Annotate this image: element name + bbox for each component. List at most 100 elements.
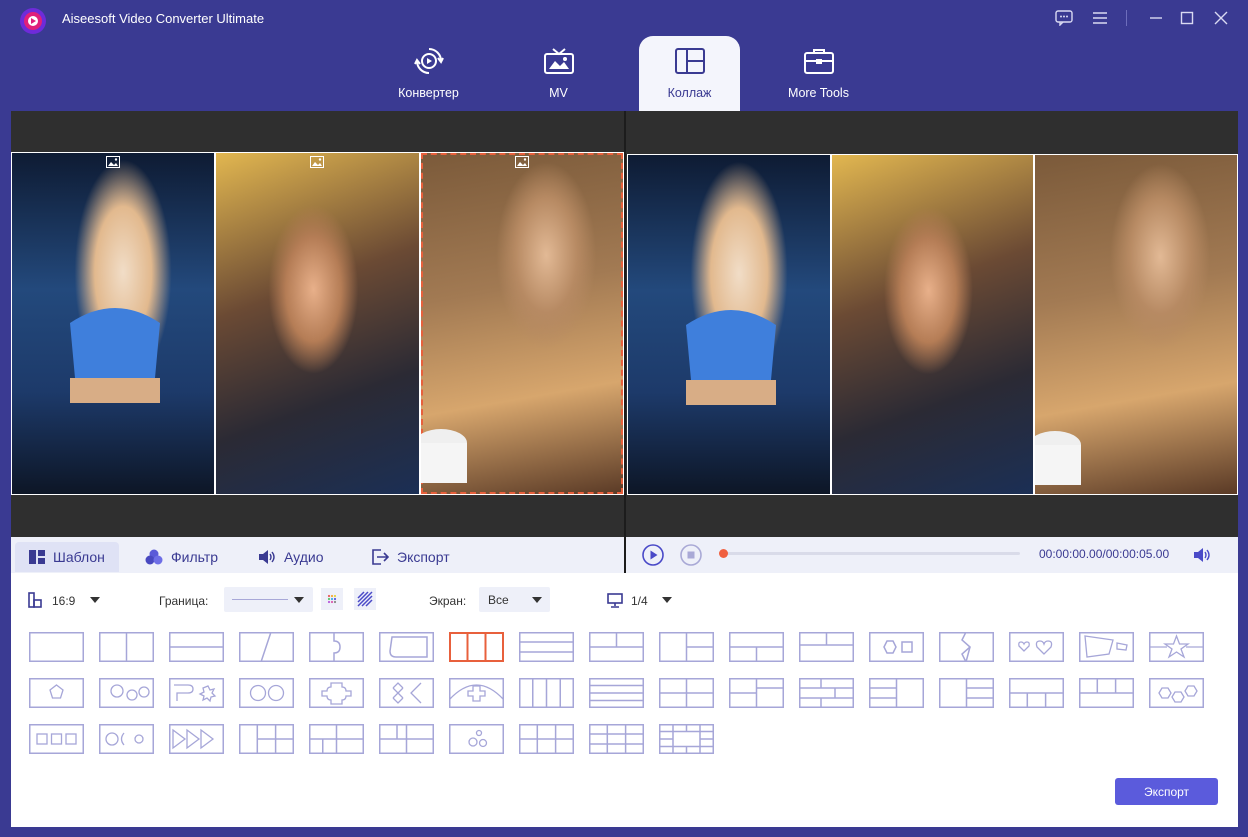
- collage-cell-3-selected[interactable]: [420, 153, 623, 494]
- template-2[interactable]: [99, 632, 154, 662]
- template-24[interactable]: [449, 678, 504, 708]
- template-10[interactable]: [659, 632, 714, 662]
- template-22[interactable]: [309, 678, 364, 708]
- collage-subtabs: Шаблон Фильтр Аудио Экспорт: [11, 537, 624, 573]
- template-1[interactable]: [29, 632, 84, 662]
- template-34[interactable]: [1149, 678, 1204, 708]
- speaker-icon: [259, 550, 275, 564]
- monitor-value[interactable]: 1/4: [631, 594, 648, 608]
- template-11[interactable]: [729, 632, 784, 662]
- template-19[interactable]: [99, 678, 154, 708]
- template-25[interactable]: [519, 678, 574, 708]
- subtab-template-label: Шаблон: [53, 549, 105, 565]
- template-33[interactable]: [1079, 678, 1134, 708]
- tab-mv[interactable]: MV: [508, 36, 609, 111]
- template-29[interactable]: [799, 678, 854, 708]
- template-36[interactable]: [99, 724, 154, 754]
- maximize-icon[interactable]: [1177, 8, 1197, 28]
- preview-cell-1: [628, 155, 830, 494]
- template-4[interactable]: [239, 632, 294, 662]
- template-27[interactable]: [659, 678, 714, 708]
- template-15[interactable]: [1009, 632, 1064, 662]
- close-icon[interactable]: [1211, 8, 1231, 28]
- template-18[interactable]: [29, 678, 84, 708]
- template-40[interactable]: [379, 724, 434, 754]
- border-label: Граница:: [159, 594, 209, 608]
- template-21[interactable]: [239, 678, 294, 708]
- menu-icon[interactable]: [1090, 8, 1110, 28]
- template-39[interactable]: [309, 724, 364, 754]
- template-20[interactable]: [169, 678, 224, 708]
- subtab-export[interactable]: Экспорт: [357, 542, 464, 572]
- aspect-ratio-value[interactable]: 16:9: [52, 594, 75, 608]
- minimize-icon[interactable]: [1146, 8, 1166, 28]
- template-43[interactable]: [589, 724, 644, 754]
- template-16[interactable]: [1079, 632, 1134, 662]
- template-5[interactable]: [309, 632, 364, 662]
- tab-collage[interactable]: Коллаж: [639, 36, 740, 111]
- play-icon[interactable]: [641, 543, 665, 567]
- template-12[interactable]: [799, 632, 854, 662]
- image-placeholder-icon[interactable]: [514, 156, 529, 168]
- template-7-selected[interactable]: [449, 632, 504, 662]
- template-13[interactable]: [869, 632, 924, 662]
- collage-cell-1[interactable]: [12, 153, 215, 494]
- template-26[interactable]: [589, 678, 644, 708]
- subtab-audio[interactable]: Аудио: [244, 542, 338, 572]
- export-icon: [372, 549, 389, 565]
- subtab-template[interactable]: Шаблон: [15, 542, 119, 572]
- template-23[interactable]: [379, 678, 434, 708]
- progress-thumb[interactable]: [719, 549, 728, 558]
- stop-icon[interactable]: [679, 543, 703, 567]
- screen-dropdown[interactable]: Все: [479, 587, 550, 612]
- hatch-pattern-icon: [357, 591, 373, 607]
- template-30[interactable]: [869, 678, 924, 708]
- border-color-picker[interactable]: [321, 588, 343, 610]
- template-32[interactable]: [1009, 678, 1064, 708]
- tab-converter-label: Конвертер: [398, 86, 459, 100]
- tab-collage-label: Коллаж: [667, 86, 712, 100]
- template-41[interactable]: [449, 724, 504, 754]
- template-17[interactable]: [1149, 632, 1204, 662]
- screen-label: Экран:: [429, 594, 467, 608]
- template-42[interactable]: [519, 724, 574, 754]
- template-6[interactable]: [379, 632, 434, 662]
- template-35[interactable]: [29, 724, 84, 754]
- template-3[interactable]: [169, 632, 224, 662]
- screen-value: Все: [488, 593, 509, 607]
- border-pattern-button[interactable]: [354, 588, 376, 610]
- title-bar: Aiseesoft Video Converter Ultimate: [0, 0, 1248, 36]
- feedback-icon[interactable]: [1054, 8, 1074, 28]
- collage-editor: [11, 152, 624, 495]
- preview-cell-3: [1035, 155, 1238, 494]
- template-8[interactable]: [519, 632, 574, 662]
- template-37[interactable]: [169, 724, 224, 754]
- subtab-filter[interactable]: Фильтр: [131, 542, 232, 572]
- image-placeholder-icon[interactable]: [106, 156, 121, 168]
- template-31[interactable]: [939, 678, 994, 708]
- collage-cell-2[interactable]: [216, 153, 419, 494]
- tab-more-tools[interactable]: More Tools: [768, 36, 869, 111]
- monitor-dropdown-icon[interactable]: [662, 597, 672, 603]
- tab-converter[interactable]: Конвертер: [378, 36, 479, 111]
- tab-more-tools-label: More Tools: [788, 86, 849, 100]
- border-style-dropdown[interactable]: [224, 587, 313, 612]
- toolbox-icon: [802, 45, 836, 77]
- tab-mv-label: MV: [549, 86, 568, 100]
- subtab-filter-label: Фильтр: [171, 549, 219, 565]
- export-button[interactable]: Экспорт: [1115, 778, 1218, 805]
- template-38[interactable]: [239, 724, 294, 754]
- template-14[interactable]: [939, 632, 994, 662]
- collage-output-preview: [627, 154, 1238, 495]
- preview-cell-2: [831, 155, 1034, 494]
- progress-track[interactable]: [726, 552, 1020, 555]
- app-title: Aiseesoft Video Converter Ultimate: [62, 11, 265, 26]
- app-logo-icon: [20, 8, 46, 34]
- template-9[interactable]: [589, 632, 644, 662]
- aspect-ratio-dropdown-icon[interactable]: [90, 597, 100, 603]
- template-44[interactable]: [659, 724, 714, 754]
- template-28[interactable]: [729, 678, 784, 708]
- subtab-audio-label: Аудио: [284, 549, 324, 565]
- volume-icon[interactable]: [1193, 546, 1213, 564]
- image-placeholder-icon[interactable]: [310, 156, 325, 168]
